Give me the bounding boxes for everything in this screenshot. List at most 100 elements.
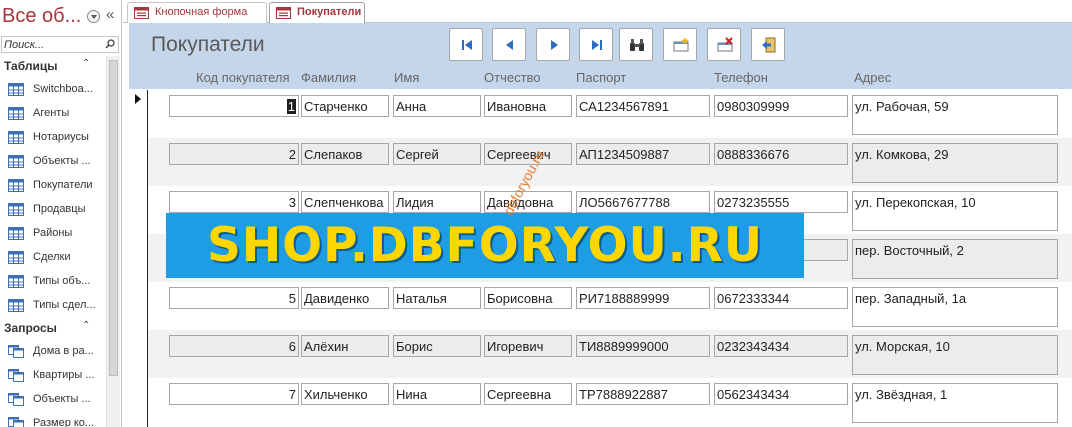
last-name-field[interactable]: Хильченко xyxy=(301,383,389,405)
middle-name-field[interactable]: Игоревич xyxy=(484,335,572,357)
tab-switchboard-form[interactable]: Кнопочная форма xyxy=(127,2,267,23)
column-header-phone: Телефон xyxy=(714,70,768,85)
phone-field[interactable]: 0888336676 xyxy=(714,143,848,165)
column-header-id: Код покупателя xyxy=(196,70,290,85)
id-field[interactable]: 5 xyxy=(169,287,299,309)
first-name-field[interactable]: Сергей xyxy=(393,143,481,165)
query-icon xyxy=(8,369,24,382)
column-header-last-name: Фамилия xyxy=(301,70,357,85)
record-row: 6 Алёхин Борис Игоревич ТИ8889999000 02323434… xyxy=(148,330,1072,378)
chevron-up-icon[interactable]: ⌃︎ xyxy=(82,320,90,331)
phone-field[interactable]: 0672333344 xyxy=(714,287,848,309)
last-record-icon xyxy=(592,40,602,50)
table-icon xyxy=(8,203,24,216)
last-name-field[interactable]: Слепченкова xyxy=(301,191,389,213)
id-field[interactable]: 2 xyxy=(169,143,299,165)
address-field[interactable]: пер. Западный, 1а xyxy=(852,287,1058,327)
query-icon xyxy=(8,345,24,358)
nav-item[interactable]: Размер ко... xyxy=(0,412,106,427)
passport-field[interactable]: РИ7188889999 xyxy=(576,287,710,309)
search-icon[interactable] xyxy=(105,39,115,49)
address-field[interactable]: ул. Перекопская, 10 xyxy=(852,191,1058,231)
address-field[interactable]: ул. Рабочая, 59 xyxy=(852,95,1058,135)
nav-item[interactable]: Нотариусы xyxy=(0,126,106,150)
nav-item[interactable]: Районы xyxy=(0,222,106,246)
middle-name-field[interactable]: Борисовна xyxy=(484,287,572,309)
id-field[interactable]: 3 xyxy=(169,191,299,213)
watermark-text: SHOP.DBFORYOU.RU xyxy=(206,218,764,273)
nav-item[interactable]: Квартиры ... xyxy=(0,364,106,388)
next-record-icon xyxy=(551,40,558,50)
chevron-up-icon[interactable]: ⌃︎ xyxy=(82,58,90,69)
nav-item[interactable]: Типы сдел... xyxy=(0,294,106,318)
search-input[interactable] xyxy=(2,37,102,52)
nav-item[interactable]: Продавцы xyxy=(0,198,106,222)
scrollbar-thumb[interactable] xyxy=(109,60,118,376)
nav-group-header[interactable]: Запросы ⌃︎ xyxy=(0,318,106,338)
tab-customers[interactable]: Покупатели xyxy=(269,2,365,24)
nav-item[interactable]: Дома в ра... xyxy=(0,340,106,364)
collapse-pane-icon[interactable]: « xyxy=(106,6,114,23)
nav-item[interactable]: Покупатели xyxy=(0,174,106,198)
phone-field[interactable]: 0980309999 xyxy=(714,95,848,117)
delete-record-button[interactable] xyxy=(707,28,741,61)
nav-item-label: Квартиры ... xyxy=(33,369,95,381)
last-name-field[interactable]: Слепаков xyxy=(301,143,389,165)
first-name-field[interactable]: Анна xyxy=(393,95,481,117)
nav-item[interactable]: Объекты ... xyxy=(0,150,106,174)
first-name-field[interactable]: Борис xyxy=(393,335,481,357)
first-record-button[interactable] xyxy=(449,28,483,61)
chevron-down-icon[interactable] xyxy=(87,10,100,23)
passport-field[interactable]: ТИ8889999000 xyxy=(576,335,710,357)
passport-field[interactable]: ЛО5667677788 xyxy=(576,191,710,213)
nav-item[interactable]: Типы объ... xyxy=(0,270,106,294)
table-icon xyxy=(8,179,24,192)
first-name-field[interactable]: Лидия xyxy=(393,191,481,213)
phone-field[interactable]: 0273235555 xyxy=(714,191,848,213)
last-name-field[interactable]: Алёхин xyxy=(301,335,389,357)
nav-item-label: Агенты xyxy=(33,107,70,119)
nav-group-header[interactable]: Таблицы ⌃︎ xyxy=(0,56,106,76)
last-name-field[interactable]: Старченко xyxy=(301,95,389,117)
nav-item[interactable]: Объекты ... xyxy=(0,388,106,412)
last-name-field[interactable]: Давиденко xyxy=(301,287,389,309)
phone-field[interactable]: 0562343434 xyxy=(714,383,848,405)
address-field[interactable]: ул. Морская, 10 xyxy=(852,335,1058,375)
id-field[interactable]: 1 xyxy=(169,95,299,117)
nav-scrollbar[interactable] xyxy=(106,56,120,427)
find-button[interactable] xyxy=(619,28,653,61)
nav-item[interactable]: Агенты xyxy=(0,102,106,126)
new-record-button[interactable] xyxy=(663,28,697,61)
passport-field[interactable]: АП1234509887 xyxy=(576,143,710,165)
passport-field[interactable]: ТР7888922887 xyxy=(576,383,710,405)
record-row: 1 Старченко Анна Ивановна СА1234567891 098030… xyxy=(148,90,1072,138)
binoculars-icon xyxy=(630,39,644,51)
next-record-button[interactable] xyxy=(536,28,570,61)
nav-item[interactable]: Сделки xyxy=(0,246,106,270)
first-name-field[interactable]: Наталья xyxy=(393,287,481,309)
nav-item-label: Сделки xyxy=(33,251,71,263)
query-icon xyxy=(8,393,24,406)
last-record-button[interactable] xyxy=(579,28,613,61)
middle-name-field[interactable]: Сергеевна xyxy=(484,383,572,405)
address-field[interactable]: ул. Звёздная, 1 xyxy=(852,383,1058,423)
address-field[interactable]: пер. Восточный, 2 xyxy=(852,239,1058,279)
nav-title[interactable]: Все об... xyxy=(2,5,81,28)
previous-record-button[interactable] xyxy=(492,28,526,61)
form-title: Покупатели xyxy=(151,33,265,56)
nav-item-label: Типы объ... xyxy=(33,275,91,287)
middle-name-field[interactable]: Давидовна xyxy=(484,191,572,213)
address-field[interactable]: ул. Комкова, 29 xyxy=(852,143,1058,183)
record-row: 2 Слепаков Сергей Сергеевич АП1234509887 0888… xyxy=(148,138,1072,186)
middle-name-field[interactable]: Ивановна xyxy=(484,95,572,117)
delete-record-icon xyxy=(717,37,733,52)
selected-text: 1 xyxy=(286,99,296,114)
nav-item[interactable]: Switchboa... xyxy=(0,78,106,102)
id-field[interactable]: 6 xyxy=(169,335,299,357)
id-field[interactable]: 7 xyxy=(169,383,299,405)
phone-field[interactable]: 0232343434 xyxy=(714,335,848,357)
first-name-field[interactable]: Нина xyxy=(393,383,481,405)
record-selector[interactable] xyxy=(129,90,148,427)
passport-field[interactable]: СА1234567891 xyxy=(576,95,710,117)
close-form-button[interactable] xyxy=(751,28,785,61)
